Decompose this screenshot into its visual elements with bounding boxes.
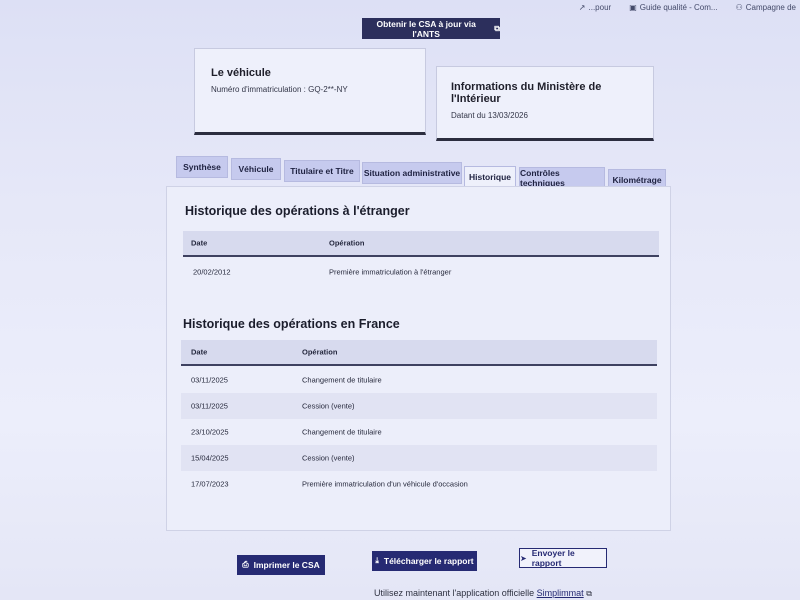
vehicle-card: Le véhicule Numéro d'immatriculation : G… (194, 48, 426, 135)
table-row: 20/02/2012 Première immatriculation à l'… (193, 267, 452, 277)
tab-bar: Synthèse Véhicule Titulaire et Titre Sit… (176, 150, 676, 191)
registration-number: Numéro d'immatriculation : GQ-2**-NY (211, 85, 348, 94)
france-table-header: Date Opération (181, 340, 657, 366)
table-row: 17/07/2023 Première immatriculation d'un… (191, 479, 468, 489)
external-link-icon: ⧉ (586, 589, 592, 598)
data-date: Datant du 13/03/2026 (451, 111, 528, 120)
document-icon: ▣ (629, 2, 637, 12)
tab-synthese[interactable]: Synthèse (176, 156, 228, 178)
table-row: 03/11/2025 Changement de titulaire (191, 375, 382, 385)
download-report-button[interactable]: ⤓ Télécharger le rapport (372, 551, 477, 571)
user-icon: ⚇ (735, 2, 743, 12)
topnav-item-guide[interactable]: ▣ Guide qualité - Com... (629, 0, 717, 14)
tab-vehicule[interactable]: Véhicule (231, 158, 281, 180)
column-operation: Opération (329, 238, 365, 248)
column-date: Date (191, 238, 208, 248)
ministry-card-title: Informations du Ministère de l'Intérieur (451, 81, 602, 105)
topnav-item-1[interactable]: ↗ ...pour (579, 0, 611, 14)
app-promo-note: Utilisez maintenant l'application offici… (374, 588, 592, 598)
external-link-icon: ↗ (578, 2, 586, 12)
vehicle-card-title: Le véhicule (211, 67, 271, 79)
send-icon: ➤ (520, 553, 527, 563)
tab-historique[interactable]: Historique (464, 166, 516, 188)
column-date: Date (191, 347, 208, 357)
print-csa-button[interactable]: ⎙ Imprimer le CSA (237, 555, 325, 575)
send-report-button[interactable]: ➤ Envoyer le rapport (519, 548, 607, 568)
history-panel: Historique des opérations à l'étranger D… (166, 186, 671, 531)
external-link-icon: ⧉ (494, 23, 500, 33)
ants-csa-button[interactable]: Obtenir le CSA à jour via l'ANTS ⧉ (362, 18, 500, 39)
foreign-table-header: Date Opération (183, 231, 659, 257)
foreign-history-title: Historique des opérations à l'étranger (185, 204, 410, 218)
ministry-info-card: Informations du Ministère de l'Intérieur… (436, 66, 654, 141)
table-row: 15/04/2025 Cession (vente) (181, 445, 657, 471)
download-icon: ⤓ (375, 556, 379, 565)
table-row: 23/10/2025 Changement de titulaire (191, 427, 382, 437)
tab-titulaire[interactable]: Titulaire et Titre (284, 160, 360, 182)
top-navigation: ↗ ...pour ▣ Guide qualité - Com... ⚇ Cam… (579, 0, 800, 14)
tab-situation-administrative[interactable]: Situation administrative (362, 162, 462, 184)
topnav-item-campagne[interactable]: ⚇ Campagne de (736, 0, 796, 14)
printer-icon: ⎙ (242, 560, 249, 569)
simplimmat-link[interactable]: Simplimmat (537, 588, 584, 598)
table-row: 03/11/2025 Cession (vente) (181, 393, 657, 419)
france-history-title: Historique des opérations en France (183, 317, 400, 331)
column-operation: Opération (302, 347, 338, 357)
